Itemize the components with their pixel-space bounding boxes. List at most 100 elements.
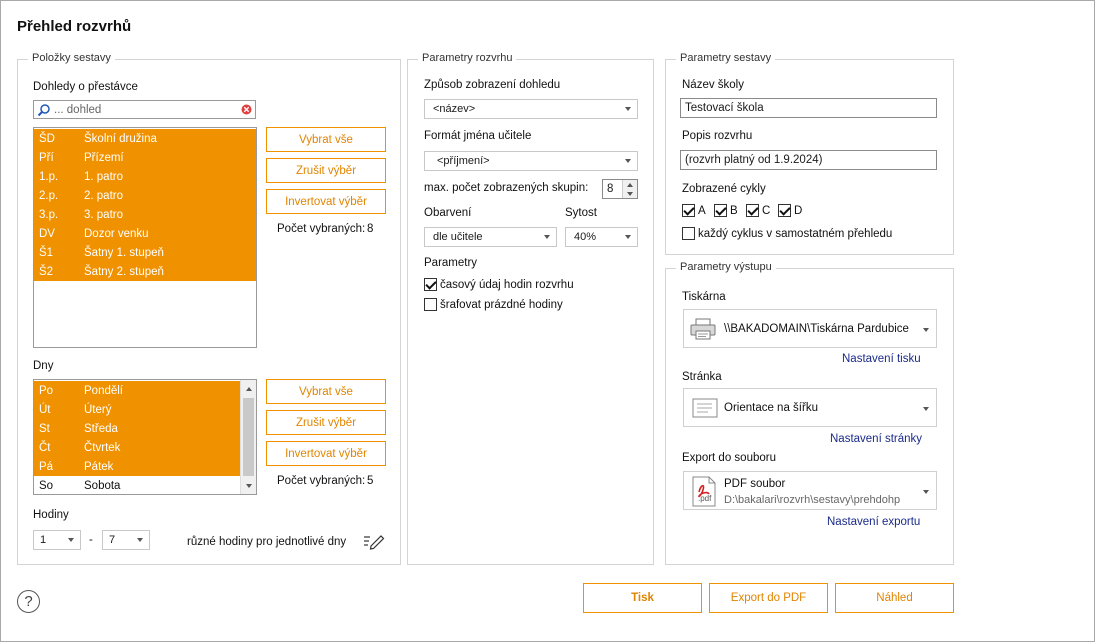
saturation-label: Sytost [565, 207, 597, 219]
day-code: So [39, 479, 54, 492]
display-mode-select[interactable]: <název> [424, 99, 638, 119]
max-groups-stepper[interactable]: 8 [602, 179, 638, 199]
days-invert-selection-button[interactable]: Invertovat výběr [266, 441, 386, 466]
days-scrollbar[interactable] [240, 380, 256, 494]
hour-to-select[interactable]: 7 [102, 530, 150, 550]
printer-settings-link[interactable]: Nastavení tisku [842, 353, 921, 365]
day-row[interactable]: St Středa [34, 419, 240, 438]
print-button[interactable]: Tisk [583, 583, 702, 613]
hours-label: Hodiny [33, 509, 69, 521]
day-name: Středa [84, 422, 118, 435]
days-selected-count: 5 [367, 475, 374, 487]
help-glyph: ? [24, 593, 33, 610]
hour-to-value: 7 [109, 534, 116, 546]
page-select[interactable]: Orientace na šířku [683, 388, 937, 427]
export-pdf-button[interactable]: Export do PDF [709, 583, 828, 613]
cycle-c-checkbox[interactable] [746, 204, 759, 217]
page-settings-link[interactable]: Nastavení stránky [830, 433, 922, 445]
supervisions-clear-selection-button[interactable]: Zrušit výběr [266, 158, 386, 183]
supervision-code: 1.p. [39, 170, 59, 183]
supervision-row[interactable]: DV Dozor venku [34, 224, 256, 243]
supervision-row[interactable]: Pří Přízemí [34, 148, 256, 167]
chevron-down-icon [625, 235, 631, 239]
day-row[interactable]: Čt Čtvrtek [34, 438, 240, 457]
preview-button[interactable]: Náhled [835, 583, 954, 613]
day-name: Pondělí [84, 384, 124, 397]
supervision-name: Dozor venku [84, 227, 149, 240]
cycles-label: Zobrazené cykly [682, 183, 766, 195]
hour-from-select[interactable]: 1 [33, 530, 81, 550]
day-row[interactable]: So Sobota [34, 476, 240, 494]
days-select-all-button[interactable]: Vybrat vše [266, 379, 386, 404]
parameters-label: Parametry [424, 257, 478, 269]
chevron-down-icon [544, 235, 550, 239]
supervisions-list[interactable]: ŠD Školní družina Pří Přízemí 1.p. 1. patro… [33, 127, 257, 348]
supervision-name: 1. patro [84, 170, 123, 183]
scroll-up-icon[interactable] [241, 381, 256, 396]
days-clear-selection-button[interactable]: Zrušit výběr [266, 410, 386, 435]
days-label: Dny [33, 360, 54, 372]
coloring-select[interactable]: dle učitele [424, 227, 557, 247]
supervision-name: Šatny 2. stupeň [84, 265, 164, 278]
stepper-down-icon[interactable] [622, 189, 637, 198]
supervision-row[interactable]: 3.p. 3. patro [34, 205, 256, 224]
day-code: Út [39, 403, 51, 416]
stepper-up-icon[interactable] [622, 180, 637, 189]
teacher-format-select[interactable]: <příjmení> [424, 151, 638, 171]
cycle-a-checkbox[interactable] [682, 204, 695, 217]
scroll-down-icon[interactable] [241, 478, 256, 493]
each-cycle-checkbox[interactable] [682, 227, 695, 240]
chevron-down-icon [137, 538, 143, 542]
page-orientation-icon [692, 398, 718, 418]
cycle-b-label: B [730, 205, 738, 217]
supervision-row[interactable]: ŠD Školní družina [34, 129, 256, 148]
day-row[interactable]: Út Úterý [34, 400, 240, 419]
help-icon[interactable]: ? [17, 590, 40, 613]
school-name-label: Název školy [682, 79, 744, 91]
saturation-value: 40% [574, 231, 597, 243]
coloring-value: dle učitele [433, 231, 483, 243]
max-groups-label: max. počet zobrazených skupin: [424, 182, 589, 194]
hatch-empty-checkbox[interactable] [424, 298, 437, 311]
chevron-down-icon [68, 538, 74, 542]
time-info-checkbox[interactable] [424, 278, 437, 291]
printer-value: \\BAKADOMAIN\Tiskárna Pardubice [724, 323, 909, 335]
display-mode-value: <název> [433, 103, 476, 115]
supervision-row[interactable]: Š2 Šatny 2. stupeň [34, 262, 256, 281]
export-select[interactable]: .pdf PDF soubor D:\bakalari\rozvrh\sesta… [683, 471, 937, 510]
cycle-d-checkbox[interactable] [778, 204, 791, 217]
school-name-field[interactable]: Testovací škola [680, 98, 937, 118]
printer-label: Tiskárna [682, 291, 726, 303]
pdf-icon-text: .pdf [698, 494, 712, 503]
day-row[interactable]: Po Pondělí [34, 381, 240, 400]
supervision-row[interactable]: 2.p. 2. patro [34, 186, 256, 205]
dialog-window: Přehled rozvrhů Položky sestavy Dohledy … [0, 0, 1095, 642]
supervisions-selected-label: Počet vybraných: [277, 223, 366, 235]
edit-hours-icon[interactable] [363, 532, 385, 550]
schedule-description-field[interactable]: (rozvrh platný od 1.9.2024) [680, 150, 937, 170]
days-list[interactable]: Po Pondělí Út Úterý St Středa Čt Čtvrtek Pá P… [33, 379, 257, 495]
supervisions-select-all-button[interactable]: Vybrat vše [266, 127, 386, 152]
scroll-thumb[interactable] [243, 398, 254, 476]
supervision-row[interactable]: 1.p. 1. patro [34, 167, 256, 186]
search-icon [37, 103, 51, 117]
hour-from-value: 1 [40, 534, 47, 546]
school-name-value: Testovací škola [685, 102, 764, 114]
export-settings-link[interactable]: Nastavení exportu [827, 516, 920, 528]
supervisions-invert-selection-button[interactable]: Invertovat výběr [266, 189, 386, 214]
export-path: D:\bakalari\rozvrh\sestavy\prehdohp [724, 494, 901, 506]
cycle-b-checkbox[interactable] [714, 204, 727, 217]
supervision-code: 3.p. [39, 208, 59, 221]
supervision-name: 2. patro [84, 189, 123, 202]
output-params-legend: Parametry výstupu [676, 261, 776, 273]
chevron-down-icon [923, 490, 929, 494]
supervision-row[interactable]: Š1 Šatny 1. stupeň [34, 243, 256, 262]
day-row[interactable]: Pá Pátek [34, 457, 240, 476]
clear-search-icon[interactable] [241, 104, 252, 115]
supervision-search-field[interactable]: ... dohled [33, 100, 256, 119]
supervisions-label: Dohledy o přestávce [33, 81, 138, 93]
saturation-select[interactable]: 40% [565, 227, 638, 247]
different-hours-label: různé hodiny pro jednotlivé dny [187, 536, 347, 548]
page-label: Stránka [682, 371, 722, 383]
printer-select[interactable]: \\BAKADOMAIN\Tiskárna Pardubice [683, 309, 937, 348]
